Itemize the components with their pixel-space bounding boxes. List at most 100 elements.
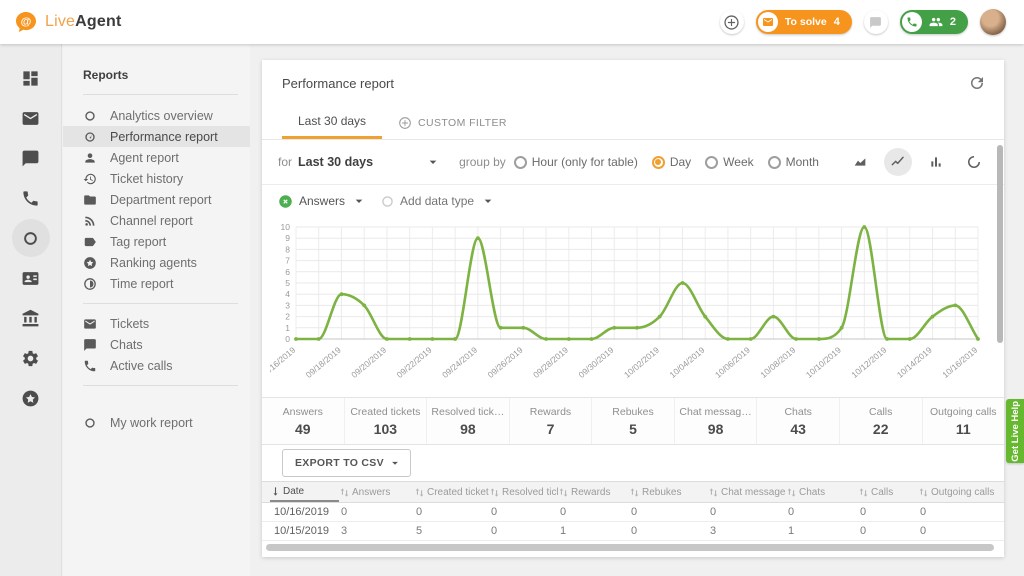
sidebar-item-active-calls[interactable]: Active calls — [63, 355, 250, 376]
chat-icon — [83, 338, 97, 352]
nav-chats[interactable] — [11, 138, 51, 178]
user-avatar[interactable] — [980, 9, 1006, 35]
filter-bar: for Last 30 days group by Hour (only for… — [262, 140, 1004, 185]
tag-icon — [83, 235, 97, 249]
table-row[interactable]: 10/15/2019350103100 — [262, 522, 1004, 541]
nav-settings[interactable] — [11, 338, 51, 378]
sidebar-item-time-report[interactable]: Time report — [63, 273, 250, 294]
tab-last-30-days[interactable]: Last 30 days — [282, 106, 382, 139]
horizontal-scrollbar[interactable] — [266, 544, 994, 551]
svg-text:10/16/2019: 10/16/2019 — [940, 345, 979, 380]
mail-icon — [83, 317, 97, 331]
nav-calls[interactable] — [11, 178, 51, 218]
rss-icon — [83, 214, 97, 228]
sidebar-item-department-report[interactable]: Department report — [63, 189, 250, 210]
sidebar-item-channel-report[interactable]: Channel report — [63, 210, 250, 231]
svg-text:10/02/2019: 10/02/2019 — [622, 345, 661, 380]
svg-text:10/06/2019: 10/06/2019 — [713, 345, 752, 380]
svg-text:9: 9 — [285, 233, 290, 243]
column-header-date[interactable]: Date — [270, 482, 339, 502]
mail-icon — [21, 109, 40, 128]
performance-report-panel: Performance report Last 30 days CUSTOM F… — [262, 60, 1004, 557]
radio-week[interactable]: Week — [705, 155, 753, 169]
sidebar-item-chats[interactable]: Chats — [63, 334, 250, 355]
plus-circle-icon — [723, 14, 740, 31]
column-header-rewards[interactable]: Rewards — [558, 482, 629, 502]
gear-icon — [21, 349, 40, 368]
sort-icon — [558, 487, 569, 498]
donut-chart-button[interactable] — [960, 148, 988, 176]
sidebar-item-tag-report[interactable]: Tag report — [63, 231, 250, 252]
svg-text:4: 4 — [285, 289, 290, 299]
mail-icon — [762, 16, 774, 28]
column-header-outgoing-calls[interactable]: Outgoing calls — [918, 482, 1004, 502]
phone-bubble — [902, 12, 922, 32]
chats-header-button[interactable] — [864, 10, 888, 34]
radio-hour[interactable]: Hour (only for table) — [514, 155, 638, 169]
column-header-resolved-tickets[interactable]: Resolved tickets — [489, 482, 558, 502]
sort-icon — [708, 487, 719, 498]
column-header-chats[interactable]: Chats — [786, 482, 858, 502]
svg-text:0: 0 — [285, 334, 290, 344]
donut-chart-icon — [966, 154, 982, 170]
column-header-chat-messages[interactable]: Chat messages — [708, 482, 786, 502]
svg-text:10: 10 — [281, 222, 291, 232]
vertical-scrollbar[interactable] — [997, 145, 1003, 343]
sidebar-item-performance-report[interactable]: Performance report — [63, 126, 250, 147]
bank-icon — [21, 309, 40, 328]
nav-contacts[interactable] — [11, 258, 51, 298]
sidebar-item-tickets[interactable]: Tickets — [63, 313, 250, 334]
top-header: @ LiveAgent To solve 4 — [0, 0, 1024, 44]
sidebar-item-ranking-agents[interactable]: Ranking agents — [63, 252, 250, 273]
line-chart-button[interactable] — [884, 148, 912, 176]
to-solve-button[interactable]: To solve 4 — [756, 10, 852, 34]
contact-card-icon — [21, 269, 40, 288]
reports-sidebar: Reports Analytics overview Performance r… — [63, 44, 250, 576]
area-chart-button[interactable] — [846, 148, 874, 176]
sidebar-item-my-work-report[interactable]: My work report — [63, 412, 250, 433]
date-range-select[interactable]: Last 30 days — [298, 154, 441, 170]
phone-icon — [906, 16, 918, 28]
nav-billing[interactable] — [11, 298, 51, 338]
nav-addons[interactable] — [11, 378, 51, 418]
logo-text: LiveAgent — [45, 13, 121, 31]
calls-count: 2 — [950, 16, 956, 28]
sidebar-item-agent-report[interactable]: Agent report — [63, 147, 250, 168]
sidebar-item-ticket-history[interactable]: Ticket history — [63, 168, 250, 189]
nav-tickets[interactable] — [11, 98, 51, 138]
svg-text:09/26/2019: 09/26/2019 — [486, 345, 525, 380]
add-data-type-button[interactable]: Add data type — [381, 193, 496, 209]
phone-icon — [83, 359, 97, 373]
divider — [83, 94, 238, 95]
remove-series-icon[interactable] — [278, 194, 293, 209]
column-header-answers[interactable]: Answers — [339, 482, 414, 502]
chevron-down-icon — [480, 193, 496, 209]
area-chart-icon — [852, 154, 868, 170]
bar-chart-button[interactable] — [922, 148, 950, 176]
export-to-csv-button[interactable]: EXPORT TO CSV — [282, 449, 411, 477]
chevron-down-icon — [351, 193, 367, 209]
envelope-bubble — [758, 12, 778, 32]
nav-reports[interactable] — [11, 218, 51, 258]
nav-dashboard[interactable] — [11, 58, 51, 98]
empty-circle-icon — [381, 195, 394, 208]
radio-month[interactable]: Month — [768, 155, 819, 169]
sidebar-item-analytics-overview[interactable]: Analytics overview — [63, 105, 250, 126]
tab-custom-filter[interactable]: CUSTOM FILTER — [382, 106, 523, 139]
star-circle-icon — [83, 256, 97, 270]
table-row[interactable]: 10/16/2019000000000 — [262, 503, 1004, 522]
get-live-help-button[interactable]: Get Live Help — [1006, 399, 1024, 463]
refresh-icon[interactable] — [968, 74, 986, 92]
active-calls-button[interactable]: 2 — [900, 10, 968, 34]
add-new-button[interactable] — [720, 10, 744, 34]
answers-series-chip[interactable]: Answers — [278, 193, 367, 209]
column-header-rebukes[interactable]: Rebukes — [629, 482, 708, 502]
column-header-created-tickets[interactable]: Created tickets — [414, 482, 489, 502]
series-bar: Answers Add data type — [262, 185, 1004, 217]
liveagent-logo[interactable]: @ LiveAgent — [0, 10, 121, 34]
svg-text:1: 1 — [285, 323, 290, 333]
column-header-calls[interactable]: Calls — [858, 482, 918, 502]
sort-icon — [786, 487, 797, 498]
radio-day[interactable]: Day — [652, 155, 691, 169]
stat-chats: Chats43 — [757, 398, 840, 444]
